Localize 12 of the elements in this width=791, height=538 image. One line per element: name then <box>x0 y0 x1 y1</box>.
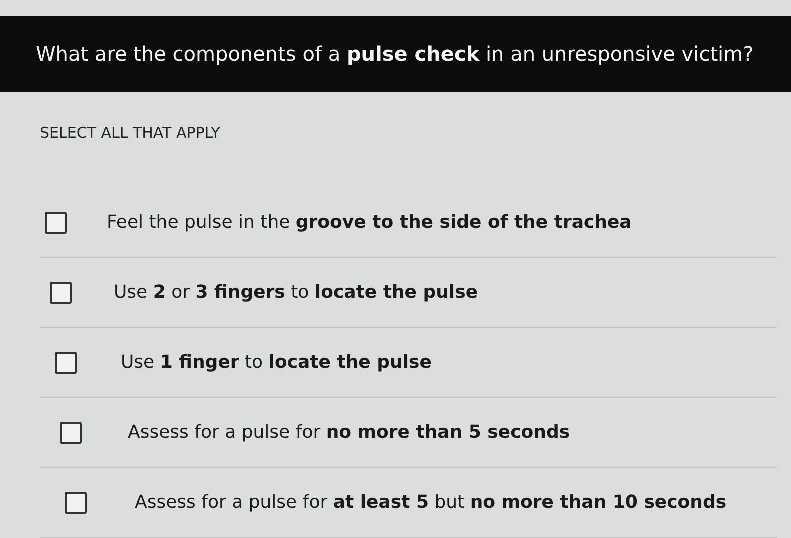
option-label[interactable]: Assess for a pulse for at least 5 but no more than 10 seconds <box>135 492 727 513</box>
checkbox[interactable] <box>60 422 82 444</box>
instruction-text: SELECT ALL THAT APPLY <box>40 124 222 142</box>
option-label[interactable]: Use 2 or 3 fingers to locate the pulse <box>114 282 478 303</box>
option-label[interactable]: Use 1 finger to locate the pulse <box>121 352 432 373</box>
checkbox[interactable] <box>65 492 87 514</box>
question-text: What are the components of a pulse check in an unresponsive victim? <box>36 42 754 66</box>
option-label[interactable]: Assess for a pulse for no more than 5 seconds <box>128 422 570 443</box>
checkbox[interactable] <box>55 352 77 374</box>
checkbox[interactable] <box>45 212 67 234</box>
option-label[interactable]: Feel the pulse in the groove to the side of the trachea <box>107 212 632 233</box>
checkbox[interactable] <box>50 282 72 304</box>
